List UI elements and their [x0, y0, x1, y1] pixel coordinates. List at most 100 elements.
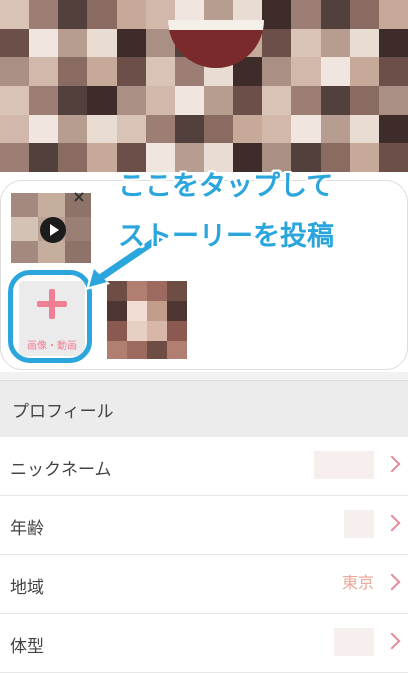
- mosaic-cell: [87, 85, 117, 115]
- mosaic-cell: [233, 114, 263, 144]
- chevron-right-icon: [386, 512, 402, 534]
- mosaic-cell: [38, 193, 65, 217]
- row-label: ニックネーム: [10, 460, 112, 480]
- mosaic-cell: [167, 321, 187, 341]
- mosaic-cell: [262, 85, 292, 115]
- mosaic-cell: [262, 28, 292, 58]
- mosaic-cell: [11, 193, 38, 217]
- mosaic-cell: [174, 85, 204, 115]
- close-icon[interactable]: ×: [70, 188, 88, 206]
- mosaic-cell: [107, 321, 127, 341]
- mosaic-cell: [145, 57, 175, 86]
- chevron-right-icon: [386, 453, 402, 475]
- row-label: 年齢: [10, 519, 44, 539]
- mosaic-cell: [320, 114, 350, 144]
- mosaic-cell: [378, 0, 408, 29]
- row-label: 地域: [10, 578, 44, 598]
- mosaic-cell: [29, 143, 59, 172]
- mosaic-cell: [203, 85, 234, 115]
- mosaic-cell: [0, 143, 30, 172]
- mosaic-cell: [0, 85, 30, 115]
- mosaic-cell: [262, 114, 292, 144]
- instruction-line-2: ストーリーを投稿: [118, 221, 334, 252]
- mosaic-cell: [58, 57, 88, 86]
- profile-cover-photo[interactable]: [0, 0, 408, 172]
- mosaic-cell: [116, 57, 146, 86]
- mosaic-cell: [0, 114, 30, 144]
- play-icon[interactable]: [40, 217, 66, 243]
- mosaic-cell: [38, 241, 65, 263]
- mosaic-cell: [349, 114, 379, 144]
- mosaic-cell: [145, 114, 175, 144]
- mosaic-cell: [0, 0, 30, 29]
- mosaic-cell: [58, 114, 88, 144]
- mosaic-cell: [291, 0, 321, 29]
- mosaic-cell: [147, 341, 167, 359]
- mosaic-cell: [291, 57, 321, 86]
- mosaic-cell: [203, 114, 234, 144]
- mosaic-cell: [58, 85, 88, 115]
- profile-row-region[interactable]: 地域 東京: [0, 555, 408, 614]
- mosaic-cell: [29, 114, 59, 144]
- mosaic-cell: [29, 85, 59, 115]
- mosaic-cell: [116, 28, 146, 58]
- mosaic-cell: [262, 57, 292, 86]
- mosaic-cell: [378, 114, 408, 144]
- mosaic-cell: [58, 143, 88, 172]
- profile-row-nickname[interactable]: ニックネーム: [0, 437, 408, 496]
- mosaic-cell: [0, 57, 30, 86]
- instruction-line-1: ここをタップして: [118, 171, 334, 202]
- row-value: 東京: [341, 573, 374, 592]
- row-value: [344, 510, 374, 538]
- mosaic-cell: [87, 143, 117, 172]
- mosaic-cell: [116, 85, 146, 115]
- mosaic-cell: [167, 301, 187, 321]
- mosaic-cell: [378, 28, 408, 58]
- profile-section-header: プロフィール: [0, 380, 408, 437]
- mosaic-cell: [378, 85, 408, 115]
- mosaic-cell: [0, 28, 30, 58]
- mosaic-cell: [349, 0, 379, 29]
- mosaic-cell: [29, 0, 59, 29]
- row-value: [314, 451, 374, 479]
- row-value: [334, 628, 374, 656]
- mosaic-cell: [29, 57, 59, 86]
- mosaic-cell: [320, 57, 350, 86]
- mosaic-cell: [320, 85, 350, 115]
- mosaic-cell: [116, 0, 146, 29]
- mosaic-cell: [320, 28, 350, 58]
- mosaic-cell: [147, 321, 167, 341]
- mosaic-cell: [349, 57, 379, 86]
- instruction-annotation: ここをタップして ストーリーを投稿: [118, 162, 408, 262]
- chevron-right-icon: [386, 630, 402, 652]
- mosaic-cell: [87, 0, 117, 29]
- mosaic-cell: [87, 28, 117, 58]
- chevron-right-icon: [386, 571, 402, 593]
- mosaic-cell: [87, 114, 117, 144]
- mosaic-cell: [167, 341, 187, 359]
- mosaic-cell: [233, 85, 263, 115]
- mosaic-cell: [127, 321, 147, 341]
- mosaic-cell: [291, 85, 321, 115]
- mosaic-cell: [291, 114, 321, 144]
- mosaic-cell: [349, 28, 379, 58]
- mosaic-cell: [116, 114, 146, 144]
- mosaic-cell: [58, 0, 88, 29]
- mosaic-cell: [145, 85, 175, 115]
- mosaic-cell: [349, 85, 379, 115]
- mosaic-cell: [107, 301, 127, 321]
- row-label: 体型: [10, 637, 44, 657]
- mosaic-cell: [174, 114, 204, 144]
- mosaic-cell: [167, 281, 187, 301]
- profile-section-title: プロフィール: [12, 402, 114, 422]
- mosaic-cell: [11, 241, 38, 263]
- mosaic-cell: [107, 341, 127, 359]
- profile-row-body-type[interactable]: 体型: [0, 614, 408, 673]
- mosaic-cell: [87, 57, 117, 86]
- mosaic-cell: [262, 0, 292, 29]
- mosaic-cell: [11, 217, 38, 241]
- profile-row-age[interactable]: 年齢: [0, 496, 408, 555]
- mosaic-cell: [147, 301, 167, 321]
- mosaic-cell: [320, 0, 350, 29]
- mosaic-cell: [127, 301, 147, 321]
